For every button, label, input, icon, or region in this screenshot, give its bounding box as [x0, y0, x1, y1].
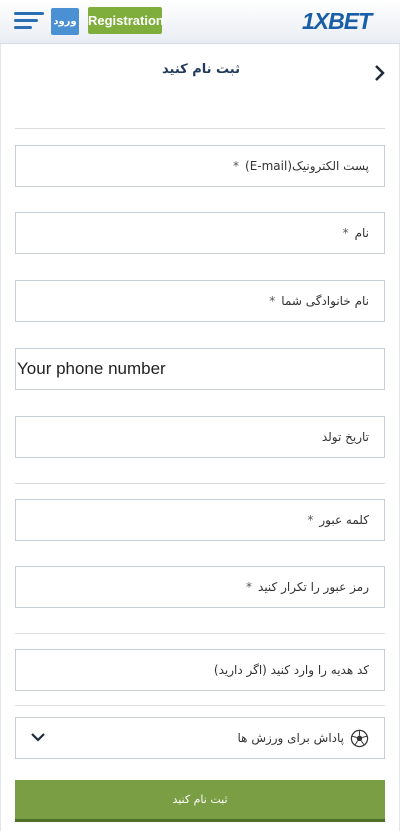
email-field[interactable]: پست الکترونیک(E-mail) * — [15, 145, 385, 187]
email-label: پست الکترونیک(E-mail) — [245, 159, 369, 173]
chevron-down-icon — [31, 733, 45, 742]
required-mark: * — [269, 294, 276, 308]
required-mark: * — [307, 513, 314, 527]
phone-input[interactable] — [15, 348, 385, 390]
required-mark: * — [342, 226, 349, 240]
divider — [15, 128, 385, 129]
registration-button[interactable]: Registration — [88, 7, 164, 34]
bonus-select[interactable]: پاداش برای ورزش ها — [15, 717, 385, 759]
top-bar: ورود Registration 1XBET — [0, 0, 400, 44]
promo-code-field[interactable]: کد هدیه را وارد کنید (اگر دارید) — [15, 649, 385, 691]
last-name-field[interactable]: نام خانوادگی شما * — [15, 280, 385, 322]
divider — [15, 633, 385, 634]
password-label: کلمه عبور — [319, 513, 369, 527]
menu-icon[interactable] — [14, 12, 44, 30]
soccer-ball-icon — [350, 729, 369, 748]
password-repeat-label: رمز عبور را تکرار کنید — [258, 580, 369, 594]
first-name-label: نام — [354, 226, 369, 240]
birthdate-field[interactable]: تاریخ تولد — [15, 416, 385, 458]
password-repeat-field[interactable]: رمز عبور را تکرار کنید * — [15, 566, 385, 608]
first-name-field[interactable]: نام * — [15, 212, 385, 254]
password-field[interactable]: کلمه عبور * — [15, 499, 385, 541]
birthdate-label: تاریخ تولد — [321, 430, 369, 444]
required-mark: * — [233, 159, 239, 173]
page-title: ثبت نام کنید — [162, 62, 240, 77]
divider — [15, 483, 385, 484]
promo-code-label: کد هدیه را وارد کنید (اگر دارید) — [213, 663, 369, 677]
divider — [15, 705, 385, 706]
required-mark: * — [246, 580, 253, 594]
chevron-right-icon[interactable] — [374, 64, 386, 82]
login-button[interactable]: ورود — [51, 8, 79, 35]
bonus-select-value: پاداش برای ورزش ها — [237, 731, 344, 745]
last-name-label: نام خانوادگی شما — [281, 294, 369, 308]
logo[interactable]: 1XBET — [302, 8, 372, 35]
submit-button[interactable]: ثبت نام کنید — [15, 780, 385, 822]
